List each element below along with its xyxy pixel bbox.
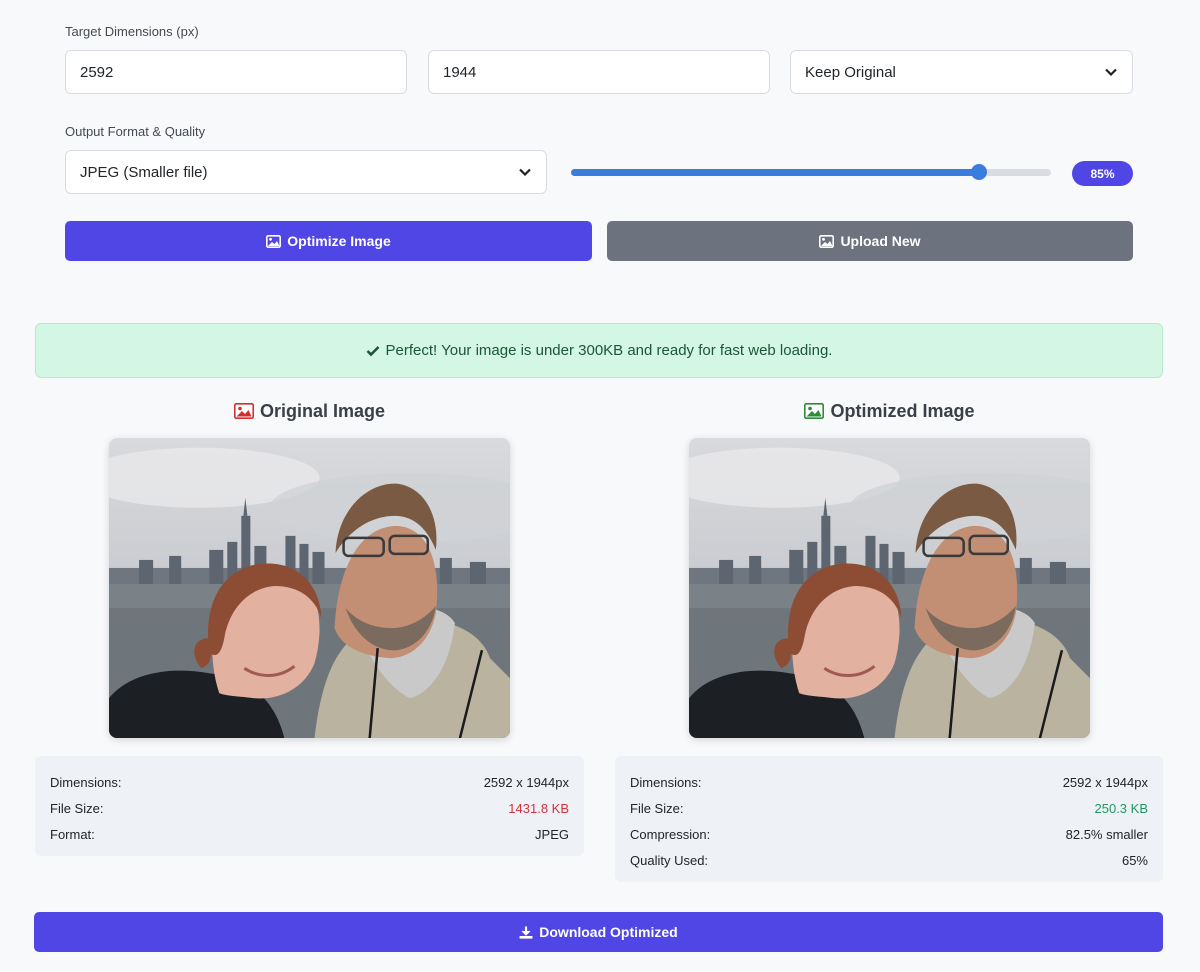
quality-slider-thumb[interactable] xyxy=(971,164,987,180)
upload-new-button[interactable]: Upload New xyxy=(607,221,1133,261)
height-value: 1944 xyxy=(443,63,477,81)
format-label: Output Format & Quality xyxy=(65,124,206,139)
info-value-file-size: 250.3 KB xyxy=(1094,800,1149,816)
download-icon xyxy=(519,926,533,939)
check-icon xyxy=(366,345,379,356)
info-row: Dimensions: 2592 x 1944px xyxy=(630,769,1148,795)
info-row: File Size: 1431.8 KB xyxy=(50,795,569,821)
image-icon xyxy=(819,234,835,248)
quality-slider[interactable] xyxy=(571,164,1051,180)
upload-new-button-label: Upload New xyxy=(840,233,921,249)
format-select[interactable]: JPEG (Smaller file) xyxy=(65,150,547,194)
aspect-select[interactable]: Keep Original xyxy=(790,50,1133,94)
info-value: 2592 x 1944px xyxy=(483,774,569,790)
info-label: Compression: xyxy=(630,826,711,842)
dimensions-label: Target Dimensions (px) xyxy=(65,24,199,39)
chevron-down-icon xyxy=(1105,68,1117,77)
info-value: 82.5% smaller xyxy=(1065,826,1148,842)
chevron-down-icon xyxy=(519,168,531,177)
download-button-label: Download Optimized xyxy=(539,924,678,940)
info-row: Format: JPEG xyxy=(50,821,569,847)
quality-badge: 85% xyxy=(1072,161,1133,186)
info-value: JPEG xyxy=(535,826,569,842)
optimized-title: Optimized Image xyxy=(615,398,1164,424)
original-title-text: Original Image xyxy=(259,400,386,421)
height-input[interactable]: 1944 xyxy=(428,50,770,94)
optimized-title-text: Optimized Image xyxy=(830,400,975,421)
info-row: Quality Used: 65% xyxy=(630,847,1148,873)
info-value: 2592 x 1944px xyxy=(1062,774,1148,790)
info-value: 65% xyxy=(1121,852,1148,868)
success-alert-text: Perfect! Your image is under 300KB and r… xyxy=(385,342,833,359)
width-input[interactable]: 2592 xyxy=(65,50,407,94)
info-value-file-size: 1431.8 KB xyxy=(508,800,569,816)
info-label: Quality Used: xyxy=(630,852,709,868)
original-title: Original Image xyxy=(35,398,584,424)
info-label: Dimensions: xyxy=(630,774,702,790)
optimize-button-label: Optimize Image xyxy=(287,233,391,249)
success-alert: Perfect! Your image is under 300KB and r… xyxy=(35,323,1163,378)
format-select-value: JPEG (Smaller file) xyxy=(80,163,208,181)
info-row: Dimensions: 2592 x 1944px xyxy=(50,769,569,795)
quality-slider-fill xyxy=(571,169,979,176)
aspect-select-value: Keep Original xyxy=(805,63,896,81)
info-row: File Size: 250.3 KB xyxy=(630,795,1148,821)
image-icon xyxy=(804,403,825,419)
original-image xyxy=(109,438,510,738)
original-info-panel: Dimensions: 2592 x 1944px File Size: 143… xyxy=(35,756,584,856)
width-value: 2592 xyxy=(80,63,114,81)
info-label: File Size: xyxy=(630,800,684,816)
info-label: Format: xyxy=(50,826,95,842)
info-label: Dimensions: xyxy=(50,774,122,790)
download-button[interactable]: Download Optimized xyxy=(34,912,1163,952)
info-row: Compression: 82.5% smaller xyxy=(630,821,1148,847)
optimize-button[interactable]: Optimize Image xyxy=(65,221,592,261)
optimized-info-panel: Dimensions: 2592 x 1944px File Size: 250… xyxy=(615,756,1163,882)
image-icon xyxy=(233,403,254,419)
optimized-image xyxy=(689,438,1090,738)
info-label: File Size: xyxy=(50,800,104,816)
image-icon xyxy=(266,234,282,248)
